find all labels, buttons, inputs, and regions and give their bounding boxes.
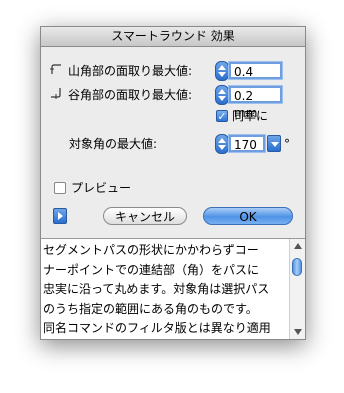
max-angle-unit: ° <box>284 137 290 151</box>
disclosure-triangle[interactable] <box>53 208 67 224</box>
description-line: のうち指定の範囲にある角のものです。 <box>43 301 258 316</box>
smart-round-dialog: スマートラウンド 効果 山角部の面取り最大値: 0.4 mm 谷角部の面取り最大… <box>40 26 306 340</box>
stepper-up-icon <box>218 89 226 94</box>
peak-corner-icon <box>50 64 61 74</box>
peak-label: 山角部の面取り最大値: <box>68 64 193 78</box>
peak-stepper[interactable] <box>215 61 229 81</box>
dialog-title: スマートラウンド 効果 <box>41 27 305 47</box>
description-line: ナーポイントでの連結部（角）をパスに <box>43 262 260 277</box>
valley-corner-icon <box>51 88 61 99</box>
valley-label: 谷角部の面取り最大値: <box>68 88 193 102</box>
preview-checkbox[interactable] <box>54 182 66 194</box>
stepper-down-icon <box>218 96 226 101</box>
max-angle-dropdown-arrow[interactable] <box>267 135 281 152</box>
description-line: 同名コマンドのフィルタ版とは異なり適用 <box>43 321 271 335</box>
stepper-down-icon <box>218 72 226 77</box>
same-ratio-label: 同率に <box>232 109 269 123</box>
max-angle-input[interactable]: 170 <box>229 135 265 152</box>
ok-button[interactable]: OK <box>203 207 293 225</box>
preview-label: プレビュー <box>71 181 132 195</box>
scroll-down-icon[interactable] <box>294 329 302 335</box>
max-angle-label: 対象角の最大値: <box>69 137 158 151</box>
stepper-down-icon <box>218 145 226 150</box>
stepper-up-icon <box>218 138 226 143</box>
peak-input[interactable]: 0.4 mm <box>229 62 282 96</box>
description-scrollbar[interactable] <box>289 239 305 339</box>
cancel-button[interactable]: キャンセル <box>103 207 187 225</box>
description-text: セグメントパスの形状にかかわらずコー ナーポイントでの連結部（角）をパスに 忠実… <box>43 241 287 339</box>
valley-stepper[interactable] <box>215 85 229 105</box>
same-ratio-checkbox[interactable]: ✓ <box>216 110 228 122</box>
peak-row: 山角部の面取り最大値: 0.4 mm <box>41 61 305 96</box>
scroll-thumb[interactable] <box>292 258 302 276</box>
description-panel: セグメントパスの形状にかかわらずコー ナーポイントでの連結部（角）をパスに 忠実… <box>41 238 305 339</box>
description-line: 忠実に沿って丸めます。対象角は選択パス <box>43 282 270 296</box>
valley-row: 谷角部の面取り最大値: 0.2 mm <box>41 85 305 120</box>
scroll-up-icon[interactable] <box>294 243 302 249</box>
description-line: セグメントパスの形状にかかわらずコー <box>43 243 259 257</box>
stepper-up-icon <box>218 65 226 70</box>
max-angle-stepper[interactable] <box>215 134 229 154</box>
valley-input[interactable]: 0.2 mm <box>229 86 282 120</box>
